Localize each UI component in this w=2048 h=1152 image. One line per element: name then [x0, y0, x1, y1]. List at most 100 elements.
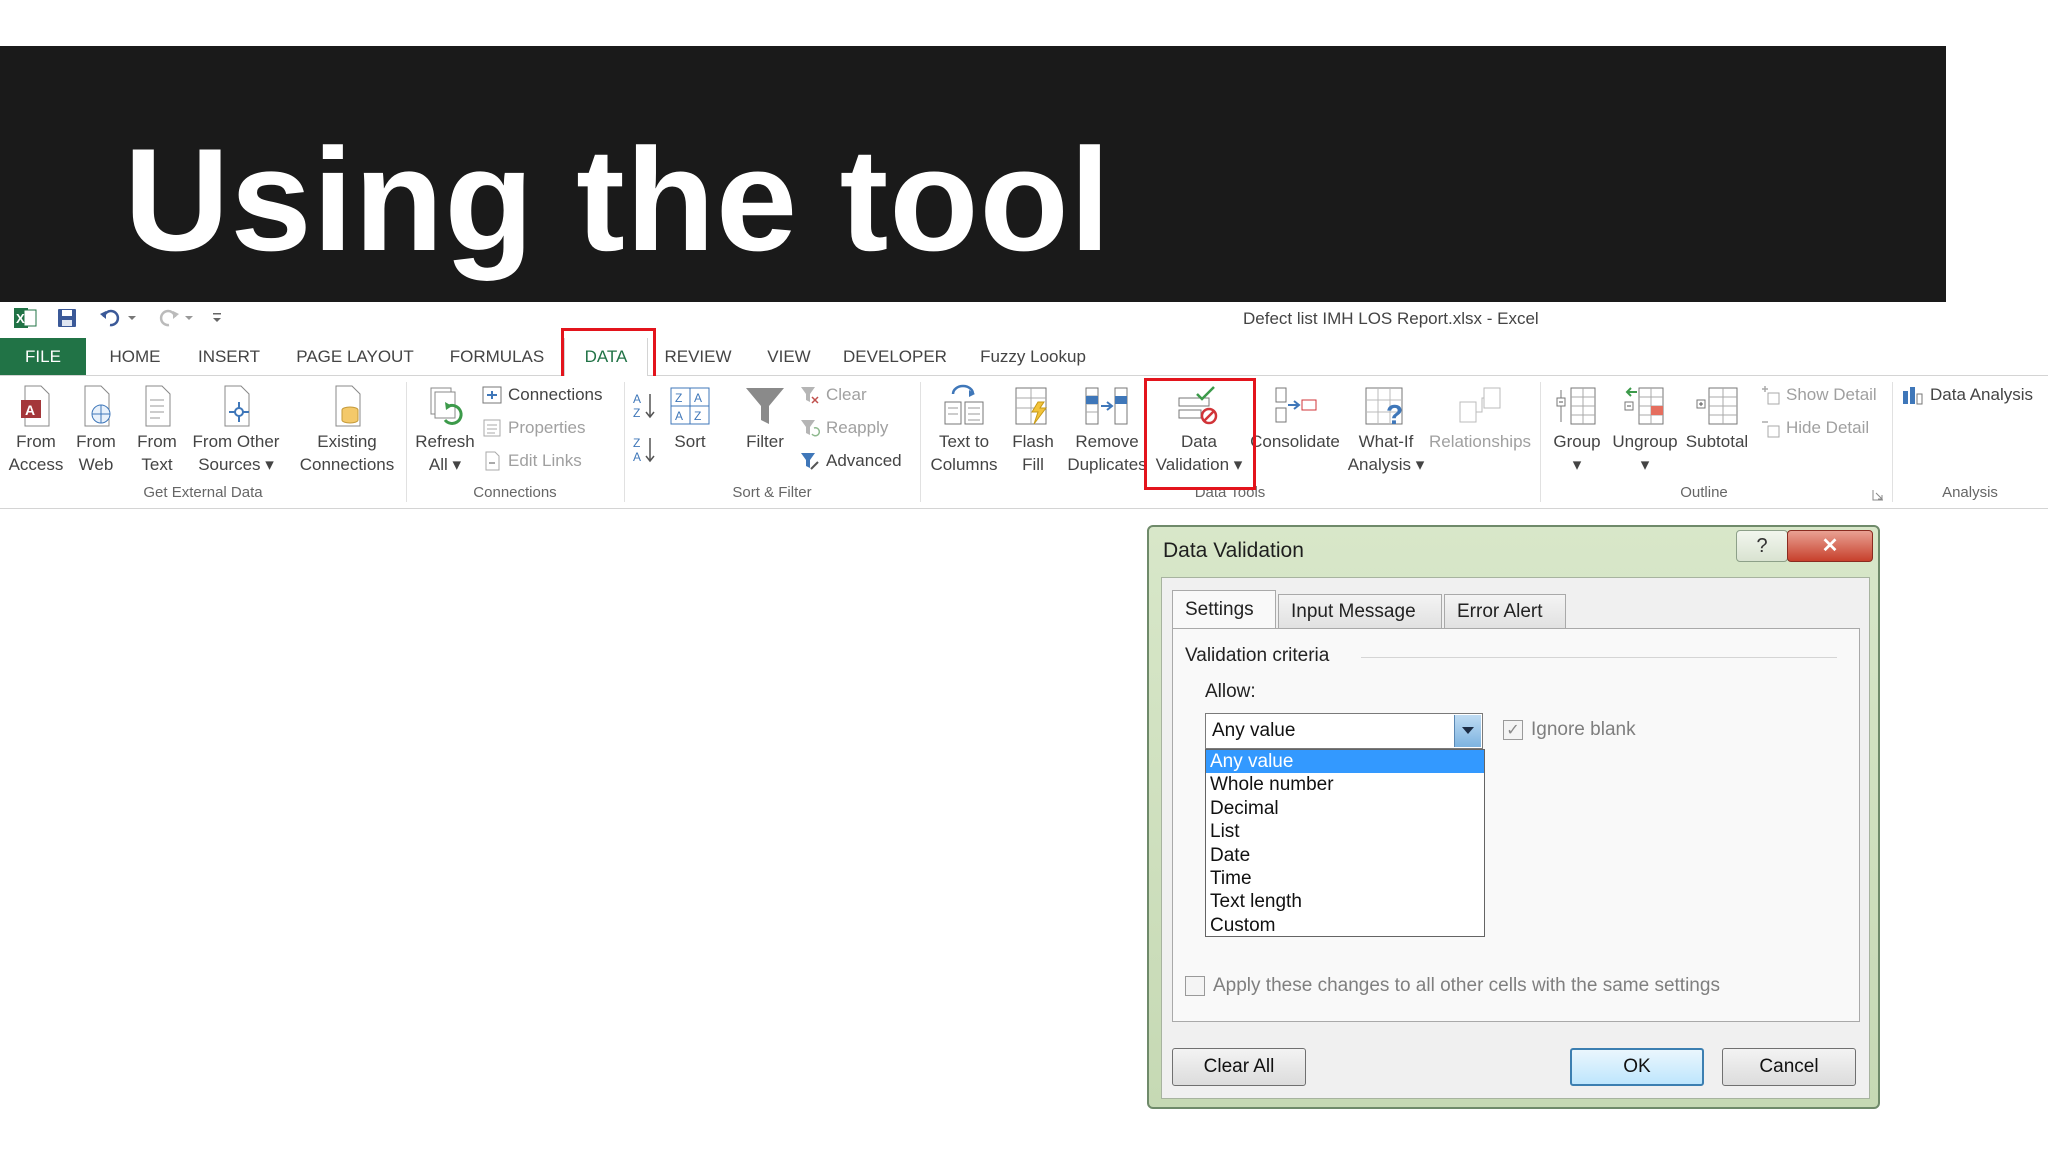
group-label-get-external-data: Get External Data — [143, 484, 263, 501]
existing-connections-button[interactable]: Existing Connections — [296, 384, 398, 476]
svg-text:Z: Z — [633, 436, 640, 450]
excel-icon[interactable]: X — [14, 307, 38, 329]
subtotal-button[interactable]: Subtotal — [1684, 384, 1750, 453]
group-icon — [1556, 387, 1596, 425]
cancel-button[interactable]: Cancel — [1722, 1048, 1856, 1086]
window-title: Defect list IMH LOS Report.xlsx - Excel — [1243, 309, 1539, 328]
dialog-title: Data Validation — [1163, 539, 1304, 562]
remove-duplicates-button[interactable]: Remove Duplicates — [1064, 384, 1150, 476]
settings-panel: Validation criteria Allow: Any value Any… — [1172, 628, 1860, 1022]
tab-page-layout[interactable]: PAGE LAYOUT — [290, 338, 420, 375]
group-dropdown-arrow: ▾ — [1572, 455, 1582, 474]
reapply-button[interactable]: Reapply — [800, 415, 888, 441]
list-item[interactable]: Decimal — [1206, 797, 1484, 820]
text-to-columns-icon — [944, 384, 984, 425]
tab-home[interactable]: HOME — [100, 338, 170, 375]
ribbon-tabs: FILE HOME INSERT PAGE LAYOUT FORMULAS DA… — [0, 338, 2048, 376]
consolidate-label: Consolidate — [1250, 432, 1340, 451]
customize-icon[interactable] — [210, 307, 224, 329]
chevron-down-icon[interactable] — [1454, 715, 1481, 747]
from-text-button[interactable]: From Text — [132, 384, 182, 476]
from-other-sources-button[interactable]: From Other Sources ▾ — [188, 384, 284, 476]
list-item[interactable]: Text length — [1206, 890, 1484, 913]
sort-z-a-button[interactable]: ZA — [630, 434, 660, 470]
slide-title: Using the tool — [124, 118, 1112, 281]
text-to-columns-button[interactable]: Text to Columns — [926, 384, 1002, 476]
clear-all-button[interactable]: Clear All — [1172, 1048, 1306, 1086]
check-icon: ✓ — [1503, 720, 1523, 740]
sort-label: Sort — [674, 432, 706, 451]
properties-button[interactable]: Properties — [482, 415, 585, 441]
tab-settings[interactable]: Settings — [1172, 590, 1276, 628]
tab-formulas[interactable]: FORMULAS — [442, 338, 552, 375]
sort-button[interactable]: ZAAZ Sort — [664, 384, 716, 453]
ignore-blank-checkbox[interactable]: ✓ Ignore blank — [1503, 719, 1636, 741]
flash-fill-button[interactable]: Flash Fill — [1008, 384, 1058, 476]
refresh-all-button[interactable]: Refresh All ▾ — [412, 384, 478, 476]
hide-detail-button[interactable]: Hide Detail — [1760, 415, 1869, 441]
consolidate-button[interactable]: Consolidate — [1248, 384, 1342, 453]
remove-duplicates-icon — [1085, 387, 1128, 425]
group-button[interactable]: Group ▾ — [1546, 384, 1608, 476]
ungroup-label: Ungroup — [1612, 432, 1678, 451]
allow-combobox[interactable]: Any value — [1205, 713, 1483, 749]
edit-links-icon — [485, 451, 500, 471]
filter-button[interactable]: Filter — [736, 384, 794, 453]
data-analysis-label: Data Analysis — [1930, 385, 2033, 404]
svg-text:Z: Z — [675, 391, 682, 405]
highlight-data-tab — [561, 328, 656, 379]
existing-label-1: Existing — [317, 432, 377, 451]
show-detail-button[interactable]: Show Detail — [1760, 382, 1877, 408]
svg-text:X: X — [16, 311, 25, 326]
save-icon[interactable] — [56, 307, 78, 329]
from-other-label-1: From Other — [192, 432, 280, 451]
allow-dropdown-list: Any value Whole number Decimal List Date… — [1205, 749, 1485, 937]
group-label-sort-filter: Sort & Filter — [732, 484, 812, 501]
tab-file[interactable]: FILE — [0, 338, 86, 375]
filter-icon — [746, 388, 784, 424]
ungroup-button[interactable]: Ungroup ▾ — [1610, 384, 1680, 476]
tab-fuzzy-lookup[interactable]: Fuzzy Lookup — [974, 338, 1092, 375]
close-button[interactable]: ✕ — [1787, 530, 1873, 562]
connections-button[interactable]: Connections — [482, 382, 603, 408]
filter-label: Filter — [746, 432, 784, 451]
list-item[interactable]: Custom — [1206, 914, 1484, 937]
data-validation-dialog: Data Validation ? ✕ Settings Input Messa… — [1147, 525, 1880, 1109]
tab-insert[interactable]: INSERT — [190, 338, 268, 375]
from-access-label-1: From — [16, 432, 56, 451]
from-access-button[interactable]: A From Access — [8, 384, 64, 476]
list-item[interactable]: Whole number — [1206, 773, 1484, 796]
tab-view[interactable]: VIEW — [758, 338, 820, 375]
clear-filter-icon — [801, 387, 819, 404]
apply-all-checkbox[interactable]: Apply these changes to all other cells w… — [1185, 975, 1720, 997]
relationships-icon — [1459, 387, 1501, 423]
reapply-icon — [801, 420, 820, 437]
from-web-label-2: Web — [78, 455, 114, 474]
list-item[interactable]: Date — [1206, 844, 1484, 867]
help-button[interactable]: ? — [1736, 530, 1788, 562]
data-analysis-button[interactable]: Data Analysis — [1902, 382, 2033, 408]
sort-ascending-icon: AZ — [633, 392, 655, 420]
edit-links-button[interactable]: Edit Links — [482, 448, 582, 474]
ignore-blank-label: Ignore blank — [1531, 719, 1636, 740]
advanced-filter-button[interactable]: Advanced — [800, 448, 902, 474]
from-web-button[interactable]: From Web — [70, 384, 122, 476]
relationships-button[interactable]: Relationships — [1428, 384, 1532, 453]
list-item[interactable]: List — [1206, 820, 1484, 843]
tab-developer[interactable]: DEVELOPER — [842, 338, 948, 375]
sort-a-z-button[interactable]: AZ — [630, 390, 660, 426]
list-item[interactable]: Time — [1206, 867, 1484, 890]
tab-error-alert[interactable]: Error Alert — [1444, 594, 1566, 628]
undo-icon[interactable] — [98, 307, 138, 329]
redo-icon[interactable] — [154, 307, 196, 329]
tab-input-message[interactable]: Input Message — [1278, 594, 1442, 628]
ok-button[interactable]: OK — [1570, 1048, 1704, 1086]
clear-filter-button[interactable]: Clear — [800, 382, 867, 408]
existing-connections-icon — [335, 385, 361, 427]
what-if-analysis-button[interactable]: ? What-If Analysis ▾ — [1346, 384, 1426, 476]
tab-review[interactable]: REVIEW — [660, 338, 736, 375]
group-label-outline: Outline — [1680, 484, 1728, 501]
list-item[interactable]: Any value — [1206, 750, 1484, 774]
outline-dialog-launcher-icon[interactable] — [1872, 488, 1886, 502]
group-label-connections: Connections — [473, 484, 557, 501]
